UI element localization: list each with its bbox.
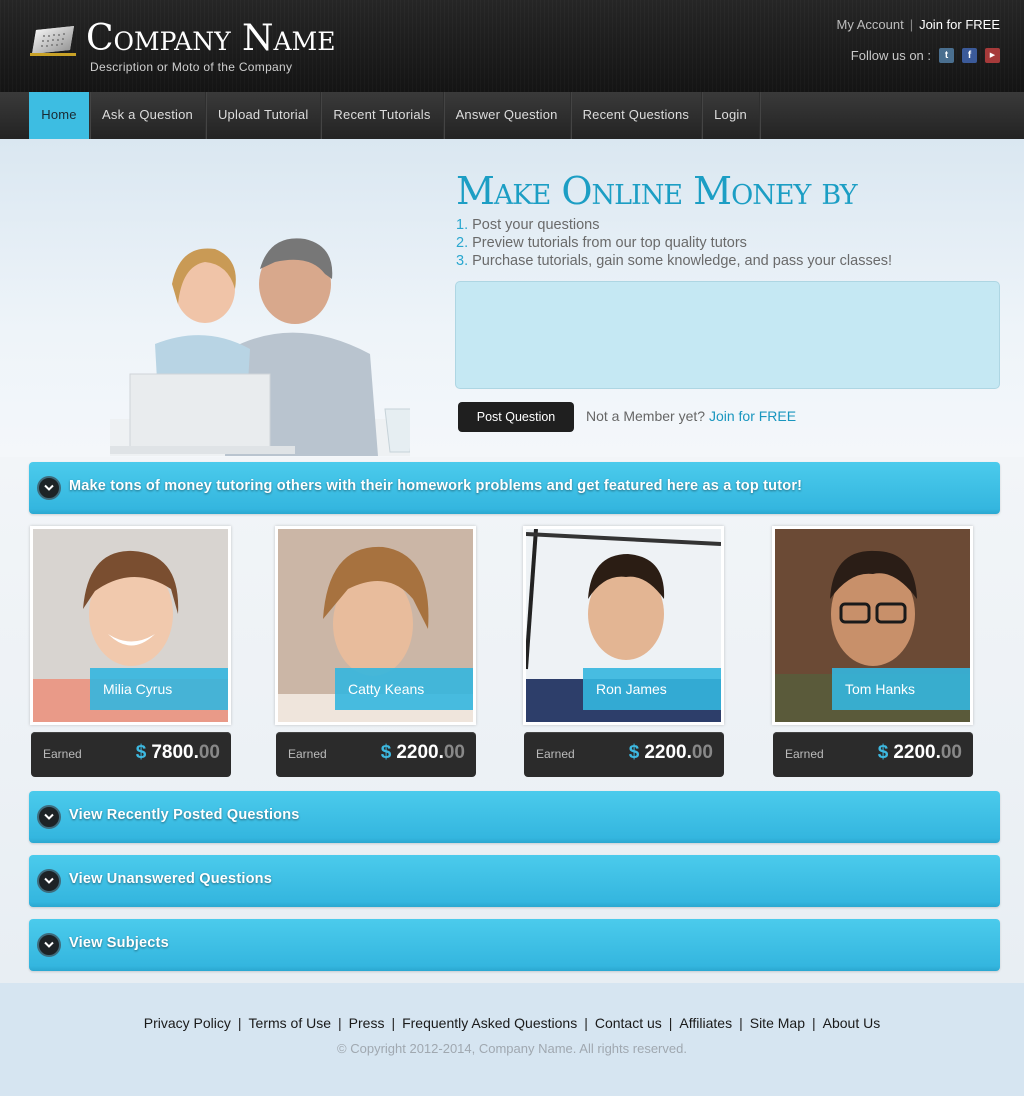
company-moto: Description or Moto of the Company [90, 60, 293, 74]
nav-item-answer-question[interactable]: Answer Question [444, 92, 571, 139]
member-prompt: Not a Member yet? Join for FREE [586, 408, 796, 424]
footer-link-affiliates[interactable]: Affiliates [679, 1015, 732, 1031]
footer-separator: | [739, 1015, 743, 1031]
step-item: 2. Preview tutorials from our top qualit… [456, 234, 892, 252]
earned-amount: $2200.00 [381, 742, 465, 764]
amount-cents: 00 [198, 742, 220, 763]
earned-amount: $2200.00 [629, 742, 713, 764]
amount-cents: 00 [940, 742, 962, 763]
chevron-down-icon[interactable] [37, 933, 61, 957]
earned-label: Earned [536, 747, 575, 761]
main-nav: Home Ask a Question Upload Tutorial Rece… [0, 92, 1024, 139]
hero-title: Make Online Money by [456, 169, 858, 213]
earned-amount: $2200.00 [878, 742, 962, 764]
amount-cents: 00 [691, 742, 713, 763]
footer-link-about[interactable]: About Us [823, 1015, 881, 1031]
step-number: 2. [456, 235, 469, 251]
section-label: View Unanswered Questions [69, 871, 272, 887]
twitter-icon[interactable]: t [939, 48, 954, 63]
step-number: 1. [456, 217, 469, 233]
join-free-link-hero[interactable]: Join for FREE [709, 408, 796, 424]
member-text: Not a Member yet? [586, 408, 706, 424]
footer-link-faq[interactable]: Frequently Asked Questions [402, 1015, 577, 1031]
step-number: 3. [456, 253, 469, 269]
currency-symbol: $ [135, 742, 147, 763]
footer-links: Privacy Policy | Terms of Use | Press | Freque… [0, 1015, 1024, 1031]
tutor-name[interactable]: Ron James [583, 668, 721, 710]
footer-separator: | [391, 1015, 396, 1031]
section-label: View Subjects [69, 935, 169, 951]
question-input[interactable] [455, 281, 1000, 389]
amount-cents: 00 [443, 742, 465, 763]
earned-label: Earned [288, 747, 327, 761]
currency-symbol: $ [380, 742, 392, 763]
footer-link-terms[interactable]: Terms of Use [249, 1015, 331, 1031]
footer-separator: | [584, 1015, 588, 1031]
hero-photo [110, 238, 410, 456]
currency-symbol: $ [877, 742, 889, 763]
amount-whole: 2200. [644, 742, 692, 763]
nav-item-recent-questions[interactable]: Recent Questions [571, 92, 703, 139]
footer-link-press[interactable]: Press [349, 1015, 385, 1031]
chevron-down-icon[interactable] [37, 869, 61, 893]
steps-list: 1. Post your questions 2. Preview tutori… [456, 216, 892, 270]
facebook-icon[interactable]: f [962, 48, 977, 63]
recent-questions-section[interactable]: View Recently Posted Questions [29, 791, 1000, 843]
footer-link-contact[interactable]: Contact us [595, 1015, 662, 1031]
chevron-down-icon[interactable] [37, 805, 61, 829]
earned-box: Earned $2200.00 [773, 732, 973, 777]
footer-separator: | [237, 1015, 242, 1031]
step-item: 1. Post your questions [456, 216, 892, 234]
top-links: My Account | Join for FREE [836, 17, 1000, 32]
nav-item-home[interactable]: Home [29, 92, 90, 139]
earned-box: Earned $2200.00 [276, 732, 476, 777]
tutor-name[interactable]: Catty Keans [335, 668, 473, 710]
logo-icon [30, 26, 76, 56]
my-account-link[interactable]: My Account [836, 17, 903, 32]
footer-separator: | [668, 1015, 673, 1031]
step-text: Post your questions [472, 217, 600, 233]
hero-section: Make Online Money by 1. Post your questi… [0, 139, 1024, 457]
earned-box: Earned $7800.00 [31, 732, 231, 777]
footer-link-sitemap[interactable]: Site Map [750, 1015, 805, 1031]
amount-whole: 7800. [151, 742, 199, 763]
amount-whole: 2200. [893, 742, 941, 763]
tutor-name[interactable]: Tom Hanks [832, 668, 970, 710]
step-text: Preview tutorials from our top quality t… [472, 235, 747, 251]
currency-symbol: $ [628, 742, 640, 763]
nav-item-upload-tutorial[interactable]: Upload Tutorial [206, 92, 322, 139]
follow-us: Follow us on : t f ▶ [851, 48, 1000, 63]
earned-amount: $7800.00 [136, 742, 220, 764]
copyright: © Copyright 2012-2014, Company Name. All… [337, 1041, 687, 1056]
footer-separator: | [338, 1015, 342, 1031]
banner-text: Make tons of money tutoring others with … [69, 478, 803, 494]
amount-whole: 2200. [396, 742, 444, 763]
youtube-icon[interactable]: ▶ [985, 48, 1000, 63]
site-footer: Privacy Policy | Terms of Use | Press | Freque… [0, 983, 1024, 1096]
nav-item-login[interactable]: Login [702, 92, 760, 139]
join-free-link[interactable]: Join for FREE [919, 17, 1000, 32]
top-tutor-banner[interactable]: Make tons of money tutoring others with … [29, 462, 1000, 514]
unanswered-questions-section[interactable]: View Unanswered Questions [29, 855, 1000, 907]
footer-link-privacy[interactable]: Privacy Policy [144, 1015, 231, 1031]
subjects-section[interactable]: View Subjects [29, 919, 1000, 971]
follow-label: Follow us on : [850, 48, 931, 63]
tutor-name[interactable]: Milia Cyrus [90, 668, 228, 710]
section-label: View Recently Posted Questions [69, 807, 300, 823]
chevron-down-icon [37, 476, 61, 500]
step-item: 3. Purchase tutorials, gain some knowled… [456, 252, 892, 270]
company-name[interactable]: Company Name [86, 19, 335, 59]
earned-box: Earned $2200.00 [524, 732, 724, 777]
footer-separator: | [811, 1015, 816, 1031]
earned-label: Earned [785, 747, 824, 761]
earned-label: Earned [43, 747, 82, 761]
step-text: Purchase tutorials, gain some knowledge,… [472, 253, 893, 269]
site-header: Company Name Description or Moto of the … [0, 0, 1024, 92]
nav-item-recent-tutorials[interactable]: Recent Tutorials [321, 92, 444, 139]
nav-item-ask-question[interactable]: Ask a Question [90, 92, 206, 139]
top-link-separator: | [909, 17, 914, 32]
post-question-button[interactable]: Post Question [458, 402, 574, 432]
